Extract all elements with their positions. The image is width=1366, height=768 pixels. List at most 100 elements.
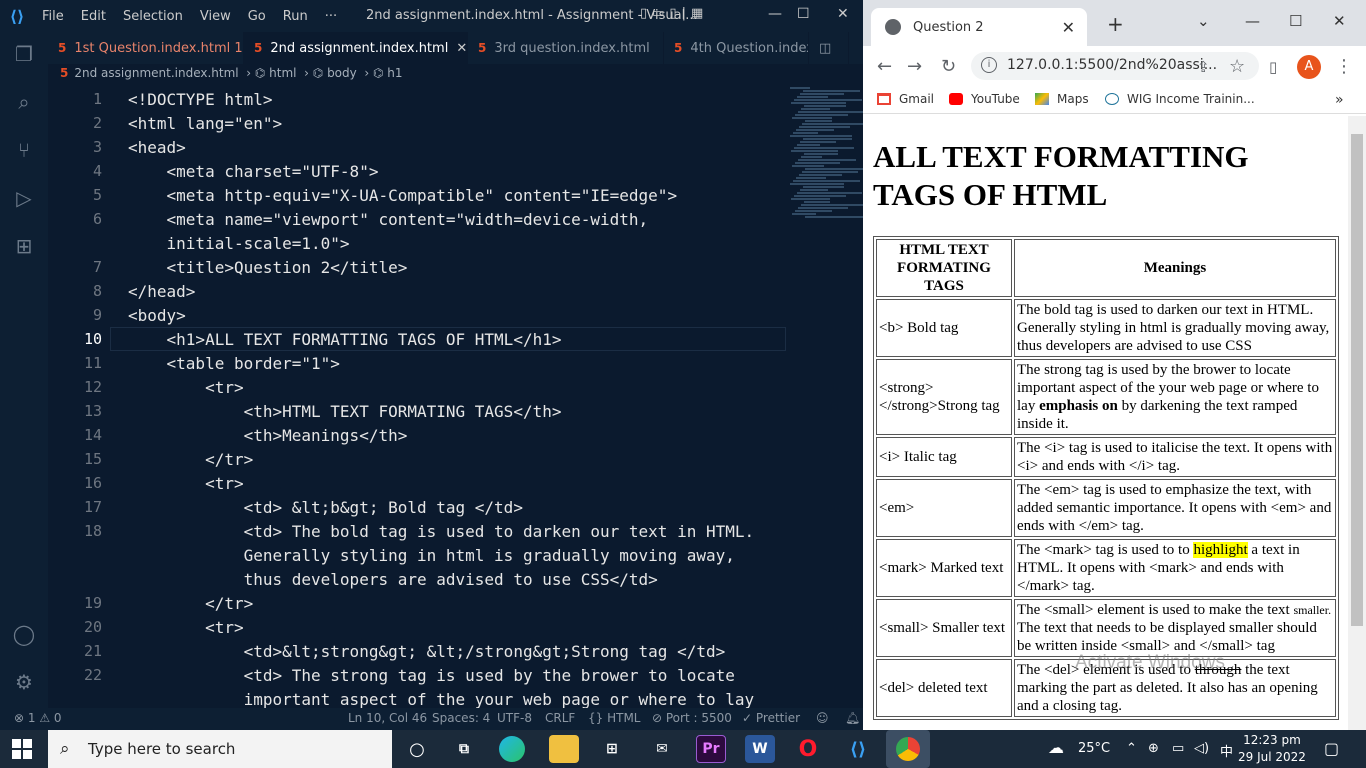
maximize-icon[interactable]: ☐: [797, 6, 810, 22]
chrome-taskbar-button[interactable]: [886, 730, 930, 768]
cursor-position[interactable]: Ln 10, Col 46: [348, 711, 427, 725]
table-row: <i> Italic tag The <i> tag is used to it…: [876, 437, 1336, 477]
vscode-logo-icon: ⟨⟩: [9, 6, 25, 26]
minimap-line: [794, 195, 846, 197]
toolbar: ← → ↻ i 127.0.0.1:5500/2nd%20assi... ⇪ ☆…: [863, 46, 1366, 86]
minimize-icon[interactable]: —: [1245, 12, 1260, 30]
menu-more[interactable]: ···: [325, 9, 337, 24]
tab-3rd-question[interactable]: 5 3rd question.index.html: [468, 32, 664, 64]
code-editor[interactable]: <!DOCTYPE html> <html lang="en"> <head> <m…: [128, 88, 788, 708]
notification-center-icon[interactable]: ▢: [1324, 739, 1339, 758]
scrollbar-thumb[interactable]: [1351, 134, 1363, 626]
editor-tabs: 5 1st Question.index.html 1 5 2nd assign…: [48, 32, 863, 64]
tag-cell: <i> Italic tag: [876, 437, 1012, 477]
meaning-text: The <mark> tag is used to to: [1017, 542, 1194, 558]
new-tab-icon[interactable]: +: [1107, 12, 1124, 36]
tab-close-icon[interactable]: ✕: [456, 41, 467, 56]
word-icon[interactable]: W: [745, 735, 775, 763]
menu-view[interactable]: View: [200, 9, 231, 24]
live-server-port[interactable]: ⊘ Port : 5500: [652, 711, 732, 725]
premiere-pro-icon[interactable]: Pr: [696, 735, 726, 763]
chrome-menu-icon[interactable]: ⋮: [1335, 56, 1353, 77]
bookmarks-bar: Gmail YouTube Maps WIG Income Trainin...…: [863, 86, 1366, 114]
line-number: 7: [92, 258, 102, 276]
minimize-icon[interactable]: —: [768, 6, 782, 22]
explorer-icon[interactable]: ❐: [10, 40, 38, 68]
breadcrumb-html[interactable]: ⌬ html: [255, 66, 297, 80]
indent-status[interactable]: Spaces: 4: [432, 711, 490, 725]
taskbar-search[interactable]: ⌕ Type here to search: [48, 730, 392, 768]
breadcrumb-file[interactable]: 2nd assignment.index.html: [74, 66, 238, 80]
clock[interactable]: 12:23 pm 29 Jul 2022: [1238, 732, 1306, 766]
tab-1st-question[interactable]: 5 1st Question.index.html 1: [48, 32, 244, 64]
prettier-status[interactable]: ✓ Prettier: [742, 711, 800, 725]
search-icon[interactable]: ⌕: [10, 88, 38, 116]
eol-status[interactable]: CRLF: [545, 711, 575, 725]
bookmark-wig[interactable]: WIG Income Trainin...: [1105, 92, 1255, 106]
bookmark-label: WIG Income Trainin...: [1127, 92, 1255, 106]
problems-status[interactable]: ⊗ 1 ⚠ 0: [14, 711, 62, 725]
notifications-icon[interactable]: 🔔︎: [845, 711, 860, 725]
reload-icon[interactable]: ↻: [941, 56, 956, 77]
back-icon[interactable]: ←: [877, 56, 892, 77]
file-explorer-icon[interactable]: [549, 735, 579, 763]
windows-start-icon[interactable]: [12, 739, 32, 759]
show-hidden-icons-icon[interactable]: ⌃: [1126, 741, 1137, 756]
bookmark-gmail[interactable]: Gmail: [877, 92, 934, 106]
language-icon[interactable]: 中: [1220, 741, 1233, 760]
tab-close-icon[interactable]: ✕: [1062, 18, 1075, 37]
status-bar: ⊗ 1 ⚠ 0 Ln 10, Col 46 Spaces: 4 UTF-8 CR…: [0, 708, 863, 730]
battery-icon[interactable]: ▭: [1172, 741, 1184, 756]
menu-edit[interactable]: Edit: [81, 9, 106, 24]
opera-icon[interactable]: O: [793, 735, 823, 763]
address-bar[interactable]: i 127.0.0.1:5500/2nd%20assi...: [971, 52, 1259, 80]
weather-cloud-icon[interactable]: ☁: [1048, 738, 1064, 757]
feedback-icon[interactable]: ☺: [816, 711, 829, 725]
menu-selection[interactable]: Selection: [123, 9, 183, 24]
tab-4th-question[interactable]: 5 4th Question.index.: [664, 32, 809, 64]
close-icon[interactable]: ✕: [1333, 12, 1346, 30]
line-number: 9: [92, 306, 102, 324]
table-row: <em> The <em> tag is used to emphasize t…: [876, 479, 1336, 537]
forward-icon[interactable]: →: [907, 56, 922, 77]
side-panel-icon[interactable]: ▯: [1269, 58, 1277, 76]
site-info-icon[interactable]: i: [981, 57, 997, 73]
browser-tab[interactable]: Question 2 ✕: [871, 8, 1087, 46]
task-view-icon[interactable]: ⧉: [449, 735, 479, 763]
microsoft-store-icon[interactable]: ⊞: [597, 735, 627, 763]
edge-icon[interactable]: [499, 736, 525, 762]
avatar[interactable]: A: [1297, 55, 1321, 79]
close-icon[interactable]: ✕: [837, 6, 849, 22]
breadcrumb-body[interactable]: ⌬ body: [313, 66, 357, 80]
split-editor-icon[interactable]: ◫: [809, 32, 849, 64]
vscode-taskbar-icon[interactable]: ⟨⟩: [843, 735, 873, 763]
tab-2nd-assignment[interactable]: 5 2nd assignment.index.html ✕: [244, 32, 468, 64]
tab-search-icon[interactable]: ⌄: [1197, 12, 1210, 30]
language-status[interactable]: {} HTML: [588, 711, 640, 725]
account-icon[interactable]: ◯: [10, 620, 38, 648]
run-debug-icon[interactable]: ▷: [10, 184, 38, 212]
mail-icon[interactable]: ✉: [647, 735, 677, 763]
share-icon[interactable]: ⇪: [1197, 58, 1210, 76]
bookmark-star-icon[interactable]: ☆: [1229, 56, 1245, 77]
encoding-status[interactable]: UTF-8: [497, 711, 532, 725]
bookmark-maps[interactable]: Maps: [1035, 92, 1089, 106]
speaker-icon[interactable]: ◁): [1194, 741, 1209, 756]
source-control-icon[interactable]: ⑂: [10, 136, 38, 164]
breadcrumb-h1[interactable]: ⌬ h1: [373, 66, 403, 80]
cortana-icon[interactable]: ○: [402, 735, 432, 763]
extensions-icon[interactable]: ⊞: [10, 232, 38, 260]
menu-go[interactable]: Go: [248, 9, 266, 24]
layout-controls-icon[interactable]: ▯▭▯|▦: [640, 6, 708, 21]
menu-file[interactable]: File: [42, 9, 64, 24]
maximize-icon[interactable]: ☐: [1289, 12, 1302, 30]
minimap[interactable]: [786, 86, 874, 266]
page-scrollbar[interactable]: [1348, 116, 1366, 730]
more-bookmarks-icon[interactable]: »: [1335, 92, 1344, 108]
bookmark-youtube[interactable]: YouTube: [949, 92, 1020, 106]
menu-run[interactable]: Run: [283, 9, 308, 24]
code-line: <title>Question 2</title>: [128, 258, 408, 277]
settings-gear-icon[interactable]: ⚙: [10, 668, 38, 696]
network-icon[interactable]: ⊕: [1148, 741, 1159, 756]
temperature[interactable]: 25°C: [1078, 741, 1110, 756]
